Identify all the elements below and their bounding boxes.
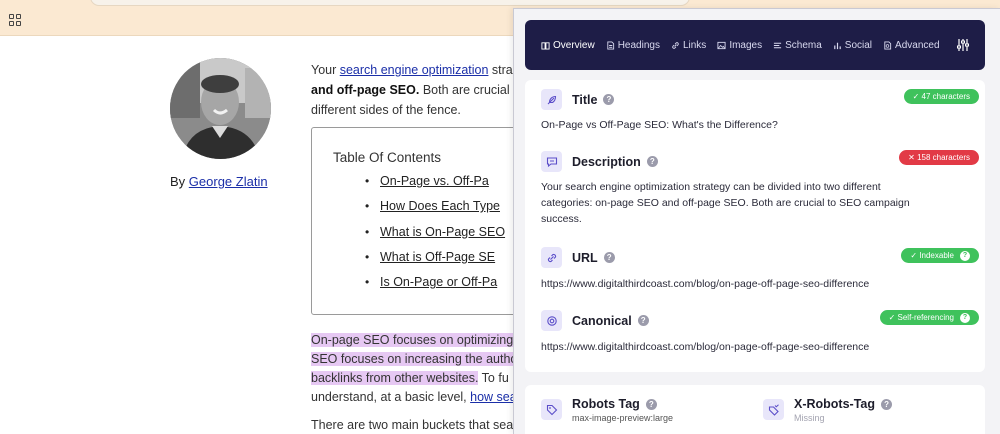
canonical-label: Canonical — [572, 313, 632, 328]
url-heading: URL ? — [541, 247, 615, 268]
intro-text: Your — [311, 63, 340, 77]
help-icon[interactable]: ? — [646, 156, 658, 167]
intro-text: stra — [488, 63, 513, 77]
tab-images[interactable]: Images — [717, 40, 762, 51]
panel-nav: Overview Headings Links Images Schema So… — [525, 20, 985, 70]
tag-icon — [541, 399, 562, 420]
robots-tag-value: max-image-preview:large — [572, 413, 674, 423]
indexable-badge: ✓ Indexable ? — [901, 248, 979, 263]
link-icon — [671, 41, 680, 50]
x-robots-tag-heading: X-Robots-Tag ? Missing — [763, 397, 893, 423]
tab-schema[interactable]: Schema — [773, 40, 822, 51]
help-icon[interactable]: ? — [603, 252, 615, 263]
author-avatar — [170, 58, 271, 159]
title-label: Title — [572, 92, 598, 107]
toc-item[interactable]: Is On-Page or Off-Pa — [365, 275, 505, 300]
tab-label: Images — [729, 39, 763, 51]
highlighted-text: SEO focuses on increasing the autho — [311, 352, 518, 366]
image-icon — [717, 41, 726, 50]
url-label: URL — [572, 250, 598, 265]
tab-label: Overview — [553, 39, 595, 51]
description-value: Your search engine optimization strategy… — [541, 179, 910, 227]
body-text: understand, at a basic level, — [311, 390, 471, 404]
tab-social[interactable]: Social — [833, 40, 872, 51]
description-line: success. — [541, 213, 582, 225]
toc-item[interactable]: On-Page vs. Off-Pa — [365, 174, 505, 199]
badge-text: ✓ Indexable — [910, 251, 954, 260]
toc-item[interactable]: How Does Each Type — [365, 199, 505, 224]
how-search-link[interactable]: how sea — [470, 390, 517, 404]
meta-card: Title ? ✓ 47 characters On-Page vs Off-P… — [525, 80, 985, 372]
target-icon — [541, 310, 562, 331]
help-icon[interactable]: ? — [645, 398, 657, 410]
tab-links[interactable]: Links — [671, 40, 706, 51]
help-icon[interactable]: ? — [960, 250, 970, 261]
byline-prefix: By — [170, 174, 186, 189]
document-icon — [606, 40, 615, 50]
canonical-heading: Canonical ? — [541, 310, 649, 331]
intro-text: different sides of the fence. — [311, 103, 461, 117]
description-line: Your search engine optimization strategy… — [541, 181, 881, 193]
sliders-icon[interactable] — [956, 38, 970, 52]
body-paragraph: On-page SEO focuses on optimizing SEO fo… — [311, 331, 521, 407]
tab-advanced[interactable]: Advanced — [883, 39, 940, 51]
list-icon — [773, 41, 782, 50]
author-byline: By George Zlatin — [170, 174, 268, 189]
highlighted-text: backlinks from other websites. — [311, 371, 479, 385]
toc-item[interactable]: What is Off-Page SE — [365, 250, 505, 275]
description-line: categories: on-page SEO and off-page SEO… — [541, 197, 910, 209]
link-icon — [541, 247, 562, 268]
toc-title: Table Of Contents — [333, 150, 442, 165]
comment-icon — [541, 151, 562, 172]
toc-item[interactable]: What is On-Page SEO — [365, 225, 505, 250]
description-length-badge: ✕ 158 characters — [899, 150, 979, 165]
help-icon[interactable]: ? — [960, 312, 970, 323]
tab-label: Schema — [785, 39, 822, 51]
tab-label: Advanced — [895, 39, 940, 51]
address-bar[interactable] — [90, 0, 690, 6]
help-icon[interactable]: ? — [603, 94, 615, 105]
x-robots-tag-label: X-Robots-Tag — [794, 397, 876, 411]
document-search-icon — [883, 40, 892, 50]
tab-headings[interactable]: Headings — [606, 40, 660, 51]
help-icon[interactable]: ? — [881, 398, 893, 410]
self-referencing-badge: ✓ Self-referencing ? — [879, 310, 979, 325]
url-value[interactable]: https://www.digitalthirdcoast.com/blog/o… — [541, 276, 869, 292]
body-paragraph-2: There are two main buckets that sea — [311, 418, 514, 432]
seo-extension-panel: Overview Headings Links Images Schema So… — [513, 8, 1000, 434]
title-heading: Title ? — [541, 89, 615, 110]
intro-text: Both are crucial — [419, 83, 510, 97]
apps-grid-icon[interactable] — [9, 14, 21, 26]
book-icon — [541, 41, 550, 50]
x-robots-tag-value: Missing — [794, 413, 825, 423]
robots-tag-label: Robots Tag — [572, 397, 640, 411]
body-text: To fu — [478, 371, 509, 385]
robots-tag-heading: Robots Tag ? max-image-preview:large — [541, 397, 673, 423]
highlighted-text: On-page SEO focuses on optimizing — [311, 333, 514, 347]
title-length-badge: ✓ 47 characters — [903, 89, 979, 104]
help-icon[interactable]: ? — [637, 315, 649, 326]
canonical-value[interactable]: https://www.digitalthirdcoast.com/blog/o… — [541, 339, 869, 355]
tab-overview[interactable]: Overview — [541, 40, 595, 51]
tag-check-icon — [763, 399, 784, 420]
tab-label: Social — [844, 39, 873, 51]
author-link[interactable]: George Zlatin — [189, 174, 268, 189]
feather-icon — [541, 89, 562, 110]
intro-bold: and off-page SEO. — [311, 83, 420, 97]
description-heading: Description ? — [541, 151, 658, 172]
description-label: Description — [572, 154, 641, 169]
seo-link[interactable]: search engine optimization — [340, 63, 489, 77]
title-value: On-Page vs Off-Page SEO: What's the Diff… — [541, 119, 778, 131]
tab-label: Links — [682, 39, 707, 51]
bar-chart-icon — [833, 41, 842, 50]
intro-paragraph: Your search engine optimization stra and… — [311, 60, 521, 120]
badge-text: ✓ Self-referencing — [888, 313, 954, 322]
robots-card: Robots Tag ? max-image-preview:large X-R… — [525, 385, 985, 434]
tab-label: Headings — [617, 39, 660, 51]
